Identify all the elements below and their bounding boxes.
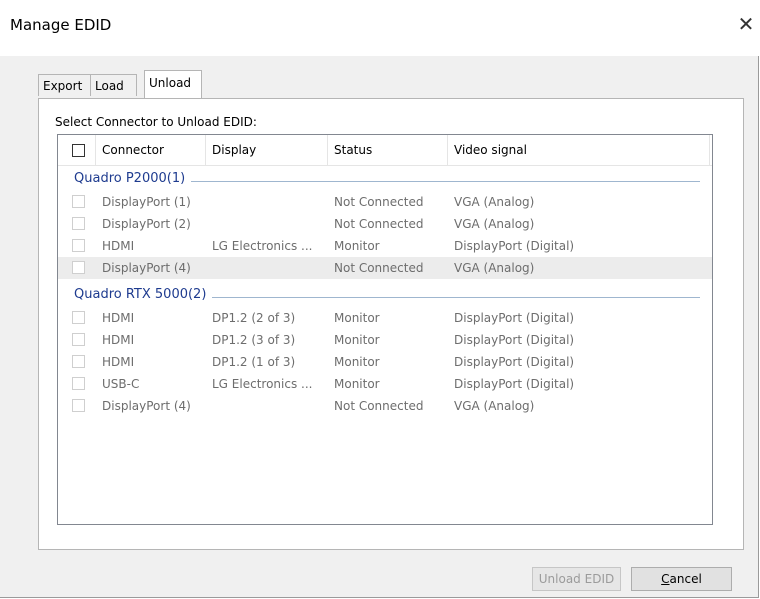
cell-status: Not Connected <box>334 195 424 209</box>
cell-display: DP1.2 (3 of 3) <box>212 333 296 347</box>
tab-load[interactable]: Load <box>90 74 137 96</box>
cell-status: Not Connected <box>334 217 424 231</box>
cancel-label-rest: ancel <box>669 572 702 586</box>
row-checkbox[interactable] <box>72 261 85 274</box>
dialog-title: Manage EDID <box>10 16 112 34</box>
cell-connector: HDMI <box>102 333 135 347</box>
cell-status: Monitor <box>334 239 380 253</box>
cell-display: DP1.2 (2 of 3) <box>212 311 296 325</box>
column-header-connector[interactable]: Connector <box>96 135 206 165</box>
cell-connector: HDMI <box>102 311 135 325</box>
row-checkbox[interactable] <box>72 195 85 208</box>
cell-video-signal: DisplayPort (Digital) <box>454 377 575 391</box>
list-header: Connector Display Status Video signal <box>58 135 712 166</box>
cell-video-signal: VGA (Analog) <box>454 261 535 275</box>
group-header: Quadro RTX 5000(2) <box>58 283 712 307</box>
connector-list[interactable]: Connector Display Status Video signal Qu… <box>57 134 713 525</box>
cancel-button[interactable]: Cancel <box>631 567 732 591</box>
row-checkbox[interactable] <box>72 239 85 252</box>
cell-video-signal: VGA (Analog) <box>454 195 535 209</box>
list-item[interactable]: HDMI DP1.2 (3 of 3) Monitor DisplayPort (Di… <box>58 329 712 351</box>
cell-connector: DisplayPort (4) <box>102 399 191 413</box>
row-checkbox[interactable] <box>72 377 85 390</box>
cell-video-signal: VGA (Analog) <box>454 217 535 231</box>
cell-display: LG Electronics ... <box>212 239 313 253</box>
cell-status: Not Connected <box>334 399 424 413</box>
tab-export[interactable]: Export <box>38 74 91 96</box>
cell-connector: DisplayPort (2) <box>102 217 191 231</box>
cell-video-signal: DisplayPort (Digital) <box>454 311 575 325</box>
list-item[interactable]: DisplayPort (4) Not Connected VGA (Analog) <box>58 257 712 279</box>
close-icon[interactable]: ✕ <box>732 10 760 38</box>
cell-video-signal: DisplayPort (Digital) <box>454 239 575 253</box>
cell-connector: USB-C <box>102 377 140 391</box>
list-item[interactable]: HDMI DP1.2 (1 of 3) Monitor DisplayPort (Di… <box>58 351 712 373</box>
cell-video-signal: DisplayPort (Digital) <box>454 355 575 369</box>
list-item[interactable]: USB-C LG Electronics ... Monitor DisplayPor… <box>58 373 712 395</box>
cell-display: DP1.2 (1 of 3) <box>212 355 296 369</box>
row-checkbox[interactable] <box>72 217 85 230</box>
select-all-checkbox[interactable] <box>72 144 85 157</box>
list-item[interactable]: HDMI DP1.2 (2 of 3) Monitor DisplayPort (Di… <box>58 307 712 329</box>
tab-content-unload: Select Connector to Unload EDID: Connect… <box>38 98 744 550</box>
group-title: Quadro P2000(1) <box>74 171 192 186</box>
column-header-display[interactable]: Display <box>206 135 328 165</box>
cell-status: Monitor <box>334 355 380 369</box>
row-checkbox[interactable] <box>72 333 85 346</box>
list-item[interactable]: HDMI LG Electronics ... Monitor DisplayPort… <box>58 235 712 257</box>
cell-connector: HDMI <box>102 239 135 253</box>
cell-status: Monitor <box>334 377 380 391</box>
cell-video-signal: VGA (Analog) <box>454 399 535 413</box>
group-header: Quadro P2000(1) <box>58 167 712 191</box>
row-checkbox[interactable] <box>72 399 85 412</box>
group-title: Quadro RTX 5000(2) <box>74 287 213 302</box>
tab-unload[interactable]: Unload <box>144 70 202 98</box>
cell-connector: DisplayPort (1) <box>102 195 191 209</box>
header-checkbox-cell <box>58 135 96 165</box>
title-bar: Manage EDID ✕ <box>0 0 760 56</box>
cell-status: Monitor <box>334 333 380 347</box>
cell-connector: HDMI <box>102 355 135 369</box>
cell-status: Not Connected <box>334 261 424 275</box>
row-checkbox[interactable] <box>72 311 85 324</box>
unload-edid-button[interactable]: Unload EDID <box>532 567 621 591</box>
list-item[interactable]: DisplayPort (2) Not Connected VGA (Analog) <box>58 213 712 235</box>
cancel-mnemonic: C <box>661 572 670 586</box>
list-item[interactable]: DisplayPort (1) Not Connected VGA (Analog) <box>58 191 712 213</box>
manage-edid-dialog: Manage EDID ✕ Select Connector to Unload… <box>0 0 760 598</box>
row-checkbox[interactable] <box>72 355 85 368</box>
cell-video-signal: DisplayPort (Digital) <box>454 333 575 347</box>
cell-status: Monitor <box>334 311 380 325</box>
column-header-video-signal[interactable]: Video signal <box>448 135 710 165</box>
select-connector-label: Select Connector to Unload EDID: <box>55 115 257 129</box>
cell-display: LG Electronics ... <box>212 377 313 391</box>
column-header-status[interactable]: Status <box>328 135 448 165</box>
list-item[interactable]: DisplayPort (4) Not Connected VGA (Analog) <box>58 395 712 417</box>
cell-connector: DisplayPort (4) <box>102 261 191 275</box>
